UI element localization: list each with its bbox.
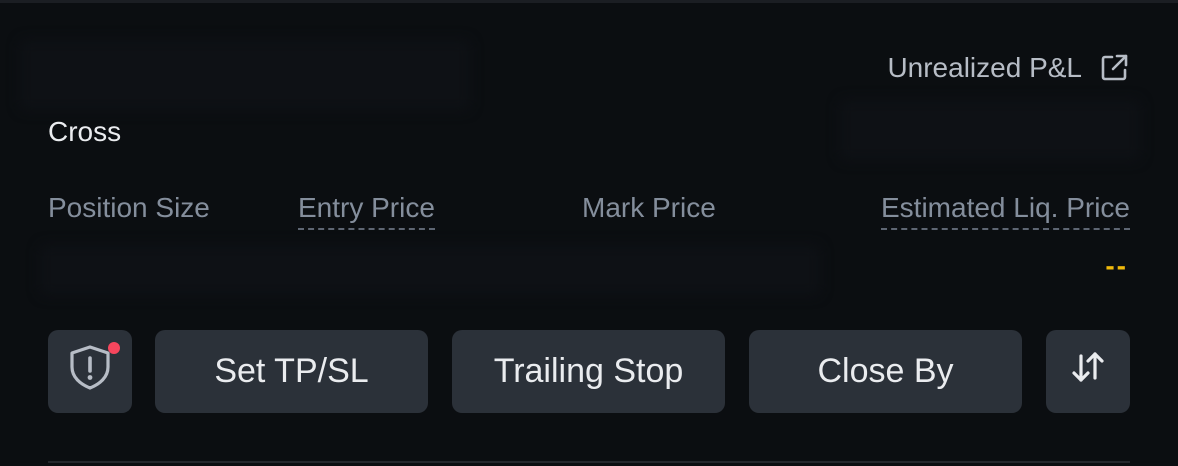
notification-dot <box>108 342 120 354</box>
mark-price-label: Mark Price <box>582 192 716 223</box>
shield-alert-icon <box>65 342 115 401</box>
close-by-button[interactable]: Close By <box>749 330 1022 413</box>
estimated-liq-price-value: -- <box>1105 250 1128 281</box>
reverse-position-button[interactable] <box>1046 330 1130 413</box>
top-divider <box>0 0 1178 3</box>
risk-shield-button[interactable] <box>48 330 132 413</box>
external-link-icon[interactable] <box>1098 52 1130 84</box>
blurred-pnl-area <box>840 100 1140 160</box>
estimated-liq-price-label[interactable]: Estimated Liq. Price <box>881 192 1130 230</box>
position-size-label: Position Size <box>48 192 210 223</box>
unrealized-pnl-label: Unrealized P&L <box>887 52 1082 83</box>
bottom-divider <box>48 461 1130 463</box>
reverse-arrows-icon <box>1066 345 1110 398</box>
blurred-symbol-area <box>20 40 470 110</box>
blurred-values-area <box>40 245 820 295</box>
set-tpsl-button[interactable]: Set TP/SL <box>155 330 428 413</box>
entry-price-label[interactable]: Entry Price <box>298 192 435 230</box>
margin-mode-label: Cross <box>48 116 122 147</box>
trailing-stop-button[interactable]: Trailing Stop <box>452 330 725 413</box>
unrealized-pnl-link[interactable]: Unrealized P&L <box>887 52 1130 84</box>
